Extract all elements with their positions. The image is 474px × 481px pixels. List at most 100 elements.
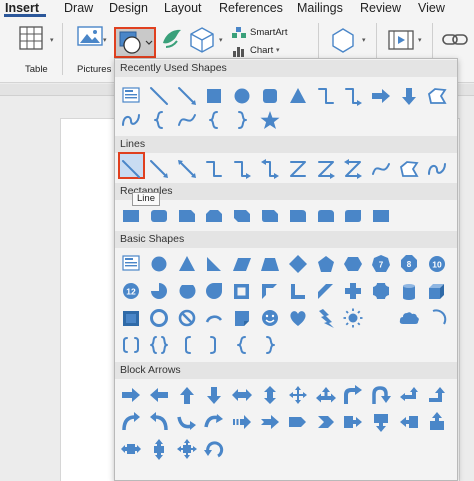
- shape-diamond-icon[interactable]: [286, 253, 310, 275]
- shape-cloud-icon[interactable]: [397, 307, 421, 329]
- shape-bentarrow-icon[interactable]: [341, 384, 365, 406]
- shape-scribble-icon[interactable]: [425, 158, 449, 180]
- shape-hex-icon[interactable]: [341, 253, 365, 275]
- shape-pie-icon[interactable]: [147, 280, 171, 302]
- link-button[interactable]: [440, 29, 472, 51]
- shape-lbrace-icon[interactable]: [147, 109, 171, 131]
- shape-elbow-icon[interactable]: [202, 158, 226, 180]
- shape-lrcallout-icon[interactable]: [119, 438, 143, 460]
- shape-tri-icon[interactable]: [175, 253, 199, 275]
- shape-snipround-icon[interactable]: [258, 205, 282, 227]
- shape-larrow-icon[interactable]: [147, 384, 171, 406]
- shape-rbrace-icon[interactable]: [230, 109, 254, 131]
- tab-mailings[interactable]: Mailings: [297, 1, 343, 15]
- shape-round1-icon[interactable]: [286, 205, 310, 227]
- shape-rbrace-icon[interactable]: [258, 334, 282, 356]
- shape-lcallout-icon[interactable]: [397, 411, 421, 433]
- shape-rect2-icon[interactable]: [369, 205, 393, 227]
- shape-elbow-icon[interactable]: [314, 85, 338, 107]
- shape-rtri-icon[interactable]: [202, 253, 226, 275]
- shape-dblbrace-icon[interactable]: [147, 334, 171, 356]
- shape-snip1-icon[interactable]: [175, 205, 199, 227]
- shape-curvedr-icon[interactable]: [119, 411, 143, 433]
- tab-layout[interactable]: Layout: [164, 1, 202, 15]
- shape-n7-icon[interactable]: 7: [369, 253, 393, 275]
- shape-tear-icon[interactable]: [202, 280, 226, 302]
- media-button[interactable]: [386, 28, 416, 52]
- tab-view[interactable]: View: [418, 1, 445, 15]
- shape-rarrow-icon[interactable]: [119, 384, 143, 406]
- shape-lbracket-icon[interactable]: [175, 334, 199, 356]
- chevron-down-icon[interactable]: ▾: [50, 36, 54, 44]
- tab-draw[interactable]: Draw: [64, 1, 93, 15]
- shape-circle-icon[interactable]: [230, 85, 254, 107]
- chevron-down-icon[interactable]: ▾: [103, 36, 107, 44]
- shape-leftup-icon[interactable]: [397, 384, 421, 406]
- shape-striped-icon[interactable]: [230, 411, 254, 433]
- tab-review[interactable]: Review: [360, 1, 401, 15]
- shape-rbracket-icon[interactable]: [202, 334, 226, 356]
- shape-udcallout-icon[interactable]: [147, 438, 171, 460]
- shape-archarc-icon[interactable]: [425, 307, 449, 329]
- smartart-button[interactable]: SmartArt: [232, 26, 322, 40]
- shape-para-icon[interactable]: [230, 253, 254, 275]
- shape-rect-icon[interactable]: [202, 85, 226, 107]
- shape-plus-icon[interactable]: [341, 280, 365, 302]
- shape-noway-icon[interactable]: [175, 307, 199, 329]
- shape-n10-icon[interactable]: 10: [425, 253, 449, 275]
- chevron-down-icon[interactable]: ▾: [362, 36, 366, 44]
- shape-zig-icon[interactable]: [286, 158, 310, 180]
- shape-pent-icon[interactable]: [314, 253, 338, 275]
- shape-curvedd-icon[interactable]: [202, 411, 226, 433]
- tab-insert[interactable]: Insert: [5, 1, 39, 15]
- shape-rrect-icon[interactable]: [258, 85, 282, 107]
- shape-quadcallout-icon[interactable]: [175, 438, 199, 460]
- shape-text-icon[interactable]: [119, 85, 143, 107]
- shape-curve-icon[interactable]: [369, 158, 393, 180]
- shape-curvedu-icon[interactable]: [175, 411, 199, 433]
- shape-donut-icon[interactable]: [147, 307, 171, 329]
- shape-can-icon[interactable]: [397, 280, 421, 302]
- shape-rrect2-icon[interactable]: [147, 205, 171, 227]
- shape-lbrace-icon[interactable]: [230, 334, 254, 356]
- shape-lbrace-icon[interactable]: [202, 109, 226, 131]
- shape-pentarrow-icon[interactable]: [286, 411, 310, 433]
- shape-snip3-icon[interactable]: [230, 205, 254, 227]
- shape-arrow-icon[interactable]: [147, 158, 171, 180]
- shape-plaque-icon[interactable]: [369, 280, 393, 302]
- shape-scribble-icon[interactable]: [119, 109, 143, 131]
- shape-line-icon[interactable]: [119, 158, 143, 180]
- shape-rcallout-icon[interactable]: [341, 411, 365, 433]
- shape-snip2-icon[interactable]: [202, 205, 226, 227]
- shape-quad-icon[interactable]: [286, 384, 310, 406]
- shape-sun-icon[interactable]: [341, 307, 365, 329]
- shape-freeform-icon[interactable]: [397, 158, 421, 180]
- shape-curve-icon[interactable]: [175, 109, 199, 131]
- shape-diag-icon[interactable]: [314, 280, 338, 302]
- shape-circarrow-icon[interactable]: [202, 438, 226, 460]
- shape-star-icon[interactable]: [258, 109, 282, 131]
- shape-circle-icon[interactable]: [147, 253, 171, 275]
- shape-heart-icon[interactable]: [286, 307, 310, 329]
- shape-text-icon[interactable]: [119, 253, 143, 275]
- shape-bentup-icon[interactable]: [425, 384, 449, 406]
- shape-rect2-icon[interactable]: [119, 205, 143, 227]
- shape-smiley-icon[interactable]: [258, 307, 282, 329]
- shape-zigarrow-icon[interactable]: [314, 158, 338, 180]
- shape-n12-icon[interactable]: 12: [119, 280, 143, 302]
- shape-lrarrow-icon[interactable]: [230, 384, 254, 406]
- shape-ucallout-icon[interactable]: [425, 411, 449, 433]
- shape-elbowarrow-icon[interactable]: [230, 158, 254, 180]
- shape-bevel-icon[interactable]: [119, 307, 143, 329]
- shape-lrup-icon[interactable]: [314, 384, 338, 406]
- tab-design[interactable]: Design: [109, 1, 148, 15]
- shape-udarrow-icon[interactable]: [258, 384, 282, 406]
- shape-chord-icon[interactable]: [175, 280, 199, 302]
- shape-uarrow-icon[interactable]: [175, 384, 199, 406]
- chevron-down-icon[interactable]: ▾: [418, 36, 422, 44]
- shape-zigdbl-icon[interactable]: [341, 158, 365, 180]
- shape-rarrow-icon[interactable]: [369, 85, 393, 107]
- chevron-down-icon[interactable]: ▾: [219, 36, 223, 44]
- shape-arrow-icon[interactable]: [175, 85, 199, 107]
- shape-elbowarrow-icon[interactable]: [341, 85, 365, 107]
